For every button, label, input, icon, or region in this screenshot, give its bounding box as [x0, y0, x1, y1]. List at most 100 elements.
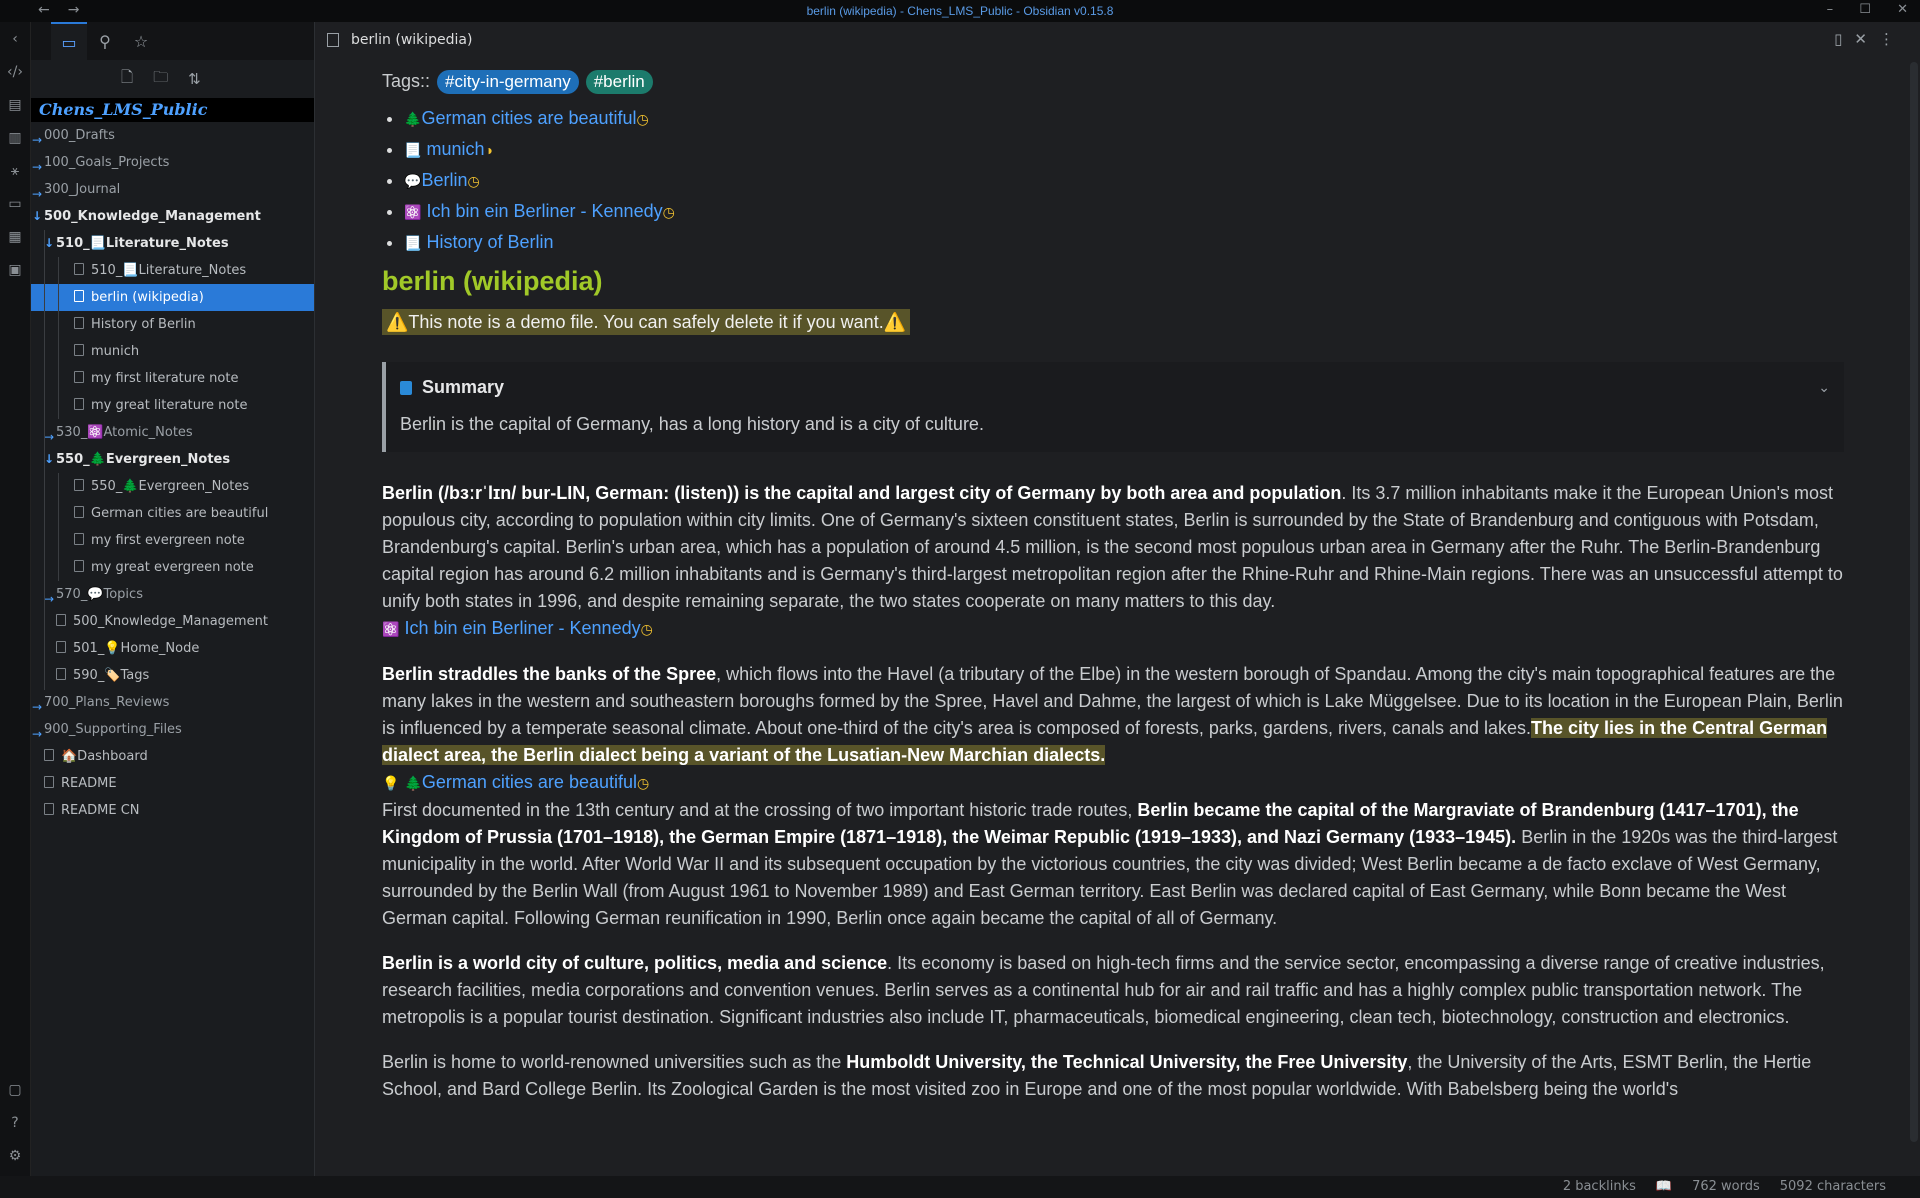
character-count: 5092 characters	[1779, 1179, 1886, 1194]
close-pane-icon[interactable]: ✕	[1854, 30, 1879, 48]
file-icon	[74, 398, 84, 410]
new-note-icon[interactable]: 🗋	[121, 67, 133, 92]
file-item[interactable]: README	[31, 770, 314, 797]
folder-item[interactable]: → 300_Journal	[31, 176, 314, 203]
internal-link[interactable]: German cities are beautiful	[422, 772, 637, 792]
tree-label: README CN	[61, 803, 140, 818]
list-item[interactable]: 🌲German cities are beautiful◷	[404, 103, 1844, 134]
folder-item[interactable]: → 530_⚛️Atomic_Notes	[31, 419, 314, 446]
internal-link[interactable]: German cities are beautiful	[421, 108, 636, 128]
file-item[interactable]: 550_🌲Evergreen_Notes	[31, 473, 314, 500]
sort-icon[interactable]: ⇅	[188, 70, 201, 88]
table-icon[interactable]: ▦	[0, 220, 30, 253]
file-icon	[74, 317, 84, 329]
left-ribbon: ‹ ‹/› ▤ ▥ ⚹ ▭ ▦ ▣ ▢ ? ⚙	[0, 22, 31, 1176]
cards-icon[interactable]: ▭	[0, 187, 30, 220]
file-item[interactable]: 500_Knowledge_Management	[31, 608, 314, 635]
tab-starred[interactable]: ☆	[123, 22, 159, 60]
p5-text-start: Berlin is home to world-renowned univers…	[382, 1052, 847, 1072]
summary-callout[interactable]: Summary ⌄ Berlin is the capital of Germa…	[382, 362, 1844, 452]
tree-label: 570_💬Topics	[56, 587, 143, 602]
internal-link[interactable]: History of Berlin	[426, 232, 553, 252]
internal-link[interactable]: Ich bin ein Berliner - Kennedy	[426, 201, 662, 221]
folder-item[interactable]: → 900_Supporting_Files	[31, 716, 314, 743]
tag-berlin[interactable]: #berlin	[585, 70, 653, 94]
tree-label: berlin (wikipedia)	[91, 290, 204, 305]
scrollbar[interactable]	[1910, 62, 1918, 1142]
vault-icon[interactable]: ▢	[0, 1073, 30, 1106]
file-item[interactable]: munich	[31, 338, 314, 365]
vault-name[interactable]: Chens_LMS_Public	[31, 98, 314, 122]
expand-arrow-icon[interactable]: ↓	[44, 446, 54, 473]
calendar-icon[interactable]: ▤	[0, 88, 30, 121]
list-item[interactable]: ⚛️ Ich bin ein Berliner - Kennedy◷	[404, 196, 1844, 227]
list-item[interactable]: 📃 History of Berlin	[404, 227, 1844, 258]
window-controls: – ☐ ✕	[1805, 2, 1908, 17]
file-item[interactable]: 590_🏷️Tags	[31, 662, 314, 689]
file-item[interactable]: berlin (wikipedia)	[31, 284, 314, 311]
internal-link[interactable]: munich	[426, 139, 484, 159]
file-item[interactable]: 🏠Dashboard	[31, 743, 314, 770]
backlinks-count[interactable]: 2 backlinks	[1563, 1179, 1636, 1194]
clock-icon: ◷	[640, 621, 653, 637]
tag-city-in-germany[interactable]: #city-in-germany	[437, 70, 579, 94]
file-icon	[44, 803, 54, 815]
more-options-icon[interactable]: ⋮	[1879, 30, 1906, 48]
internal-link[interactable]: Ich bin ein Berliner - Kennedy	[404, 618, 640, 638]
list-item[interactable]: 💬Berlin◷	[404, 165, 1844, 196]
file-item[interactable]: README CN	[31, 797, 314, 824]
reading-view-icon[interactable]: ▯	[1834, 30, 1854, 48]
related-links-list: 🌲German cities are beautiful◷ 📃 munich◑ …	[382, 103, 1844, 258]
internal-link[interactable]: Berlin	[421, 170, 467, 190]
file-icon	[56, 641, 66, 653]
sidebar-tabs: ▭ ⚲ ☆	[31, 22, 314, 60]
expand-arrow-icon[interactable]: ↓	[32, 203, 42, 230]
settings-gear-icon[interactable]: ⚙	[0, 1139, 30, 1172]
folder-item[interactable]: → 570_💬Topics	[31, 581, 314, 608]
list-item[interactable]: 📃 munich◑	[404, 134, 1844, 165]
code-icon[interactable]: ‹/›	[0, 55, 30, 88]
file-item[interactable]: my first evergreen note	[31, 527, 314, 554]
nav-arrows[interactable]: ←→	[38, 2, 97, 18]
templates-icon[interactable]: ▥	[0, 121, 30, 154]
tab-header: berlin (wikipedia) ▯✕⋮	[315, 22, 1920, 58]
help-icon[interactable]: ?	[0, 1106, 30, 1139]
title-bar: ←→ berlin (wikipedia) - Chens_LMS_Public…	[0, 0, 1920, 22]
clock-icon: ◷	[467, 173, 480, 189]
clock-icon: ◷	[637, 775, 650, 791]
file-item[interactable]: my great evergreen note	[31, 554, 314, 581]
minimize-icon[interactable]: –	[1827, 2, 1834, 17]
folder-item[interactable]: → 700_Plans_Reviews	[31, 689, 314, 716]
collapse-sidebar-icon[interactable]: ‹	[0, 22, 30, 55]
folder-item[interactable]: ↓ 510_📃Literature_Notes	[31, 230, 314, 257]
search-icon: ⚲	[99, 31, 111, 51]
tree-label: 550_🌲Evergreen_Notes	[56, 452, 231, 467]
tab-files[interactable]: ▭	[51, 22, 87, 60]
file-item[interactable]: German cities are beautiful	[31, 500, 314, 527]
tab-title[interactable]: berlin (wikipedia)	[351, 32, 472, 48]
folder-item[interactable]: → 000_Drafts	[31, 122, 314, 149]
file-item[interactable]: 510_📃Literature_Notes	[31, 257, 314, 284]
forward-arrow-icon[interactable]: →	[68, 2, 98, 18]
folder-item[interactable]: → 100_Goals_Projects	[31, 149, 314, 176]
graph-view-icon[interactable]: ⚹	[0, 154, 30, 187]
file-item[interactable]: 501_💡Home_Node	[31, 635, 314, 662]
close-window-icon[interactable]: ✕	[1897, 2, 1908, 17]
maximize-icon[interactable]: ☐	[1859, 2, 1871, 17]
file-item[interactable]: my great literature note	[31, 392, 314, 419]
folder-item[interactable]: ↓ 550_🌲Evergreen_Notes	[31, 446, 314, 473]
back-arrow-icon[interactable]: ←	[38, 2, 68, 18]
tree-label: 700_Plans_Reviews	[44, 695, 170, 710]
reading-mode-icon[interactable]: 📖	[1656, 1179, 1672, 1194]
chevron-down-icon[interactable]: ⌄	[1818, 374, 1830, 401]
file-item[interactable]: History of Berlin	[31, 311, 314, 338]
folder-item[interactable]: ↓ 500_Knowledge_Management	[31, 203, 314, 230]
file-tree: → 000_Drafts → 100_Goals_Projects → 300_Journ…	[31, 122, 314, 824]
tab-search[interactable]: ⚲	[87, 22, 123, 60]
expand-arrow-icon[interactable]: ↓	[44, 230, 54, 257]
file-item[interactable]: my first literature note	[31, 365, 314, 392]
daily-note-icon[interactable]: ▣	[0, 253, 30, 286]
new-folder-icon[interactable]: 🗀	[153, 67, 168, 92]
file-icon	[74, 479, 84, 491]
p5-bold: Humboldt University, the Technical Unive…	[846, 1052, 1408, 1072]
